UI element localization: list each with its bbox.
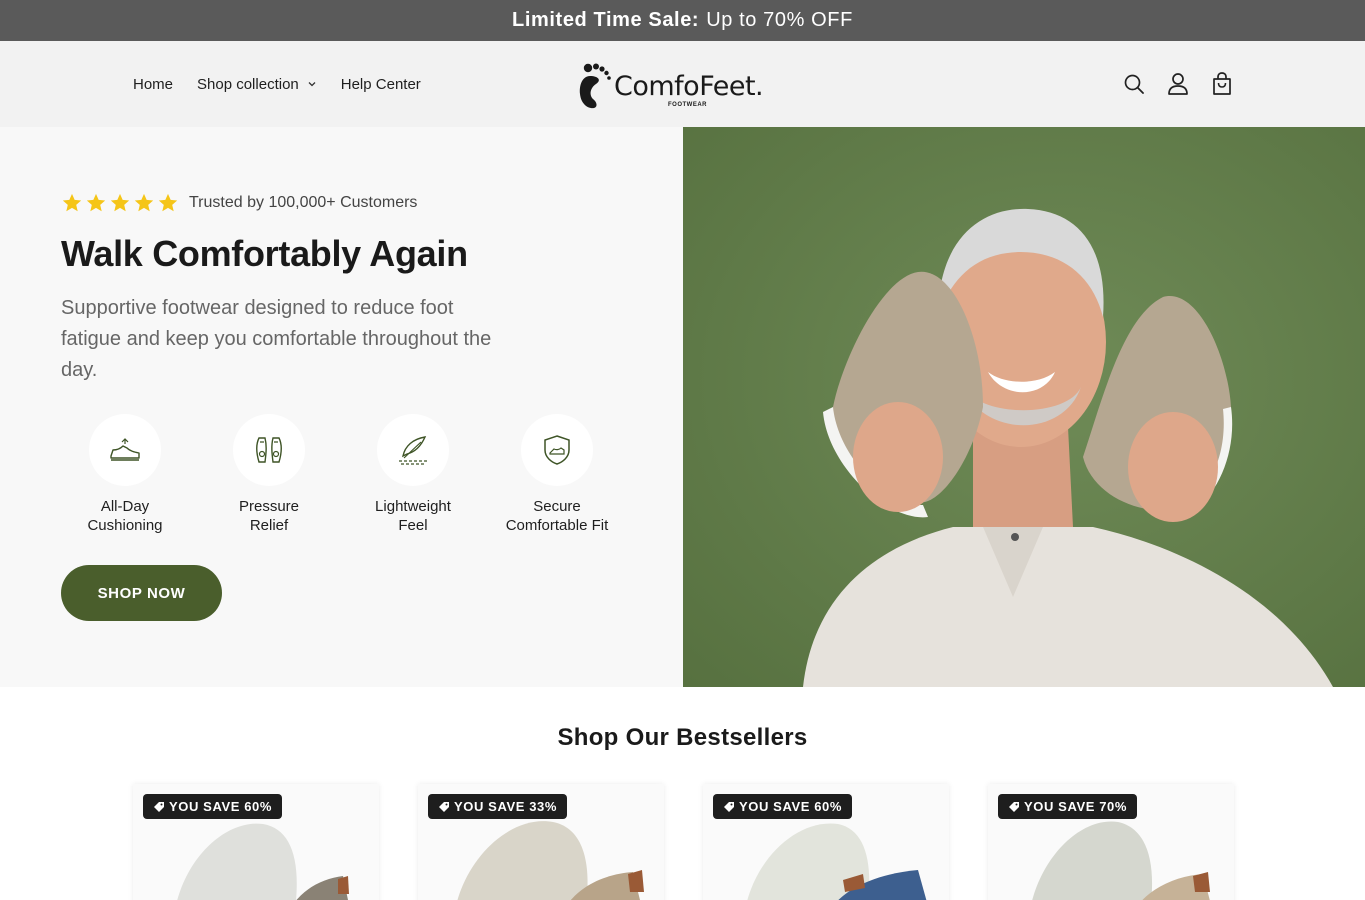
discount-badge: YOU SAVE 33% bbox=[428, 794, 568, 819]
feature-badge bbox=[521, 414, 593, 486]
product-card[interactable]: YOU SAVE 60% bbox=[133, 784, 379, 900]
sneaker-icon bbox=[110, 438, 140, 461]
feature-item: Lightweight Feel bbox=[341, 414, 485, 535]
tag-icon bbox=[154, 801, 164, 812]
discount-text: YOU SAVE 33% bbox=[454, 799, 558, 814]
discount-badge: YOU SAVE 60% bbox=[713, 794, 853, 819]
feature-badge bbox=[377, 414, 449, 486]
nav-help-center[interactable]: Help Center bbox=[341, 76, 421, 93]
star-icon bbox=[158, 193, 178, 212]
bestsellers-title: Shop Our Bestsellers bbox=[557, 724, 808, 751]
hero-title: Walk Comfortably Again bbox=[61, 233, 468, 274]
discount-badge: YOU SAVE 70% bbox=[998, 794, 1138, 819]
product-card[interactable]: YOU SAVE 70% bbox=[988, 784, 1234, 900]
account-icon[interactable] bbox=[1166, 71, 1190, 97]
feature-badge bbox=[89, 414, 161, 486]
star-icon bbox=[86, 193, 106, 212]
tag-icon bbox=[724, 801, 734, 812]
rating-row: Trusted by 100,000+ Customers bbox=[61, 192, 417, 214]
feature-label-line: Secure bbox=[533, 498, 581, 515]
star-icon bbox=[134, 193, 154, 212]
announcement-bold: Limited Time Sale: bbox=[512, 9, 700, 31]
site-header: Home Shop collection Help Center ComfoFe… bbox=[0, 41, 1365, 127]
feather-icon bbox=[399, 436, 427, 465]
hero-subtitle: Supportive footwear designed to reduce f… bbox=[61, 297, 492, 381]
feature-label-line: Feel bbox=[398, 517, 428, 534]
insole-icon bbox=[256, 437, 282, 463]
nav-home[interactable]: Home bbox=[133, 76, 173, 93]
shop-now-button[interactable]: SHOP NOW bbox=[61, 565, 222, 621]
tag-icon bbox=[439, 801, 449, 812]
feature-label: Lightweight Feel bbox=[375, 497, 451, 535]
nav-shop-label: Shop collection bbox=[197, 75, 299, 93]
chevron-down-icon bbox=[308, 82, 316, 87]
feature-list: All-Day Cushioning Pressure Relief Light… bbox=[53, 414, 629, 535]
feature-label-line: All-Day bbox=[100, 498, 150, 515]
discount-text: YOU SAVE 60% bbox=[169, 799, 273, 814]
product-card[interactable]: YOU SAVE 60% bbox=[703, 784, 949, 900]
announcement-text: Up to 70% OFF bbox=[706, 9, 853, 31]
star-icon bbox=[110, 193, 130, 212]
feature-item: All-Day Cushioning bbox=[53, 414, 197, 535]
logo-text: ComfoFeet. bbox=[614, 70, 764, 102]
hero-image bbox=[683, 127, 1365, 687]
feature-label-line: Cushioning bbox=[87, 517, 163, 534]
discount-badge: YOU SAVE 60% bbox=[143, 794, 283, 819]
logo[interactable]: ComfoFeet. FOOTWEAR bbox=[576, 61, 766, 111]
announcement-bar: Limited Time Sale: Up to 70% OFF bbox=[0, 0, 1365, 41]
main-nav: Home Shop collection Help Center bbox=[133, 41, 421, 127]
footprint-icon bbox=[579, 63, 611, 109]
feature-badge bbox=[233, 414, 305, 486]
discount-text: YOU SAVE 70% bbox=[1024, 799, 1128, 814]
search-icon[interactable] bbox=[1122, 71, 1146, 97]
trusted-text: Trusted by 100,000+ Customers bbox=[189, 194, 418, 211]
feature-item: Secure Comfortable Fit bbox=[485, 414, 629, 535]
discount-text: YOU SAVE 60% bbox=[739, 799, 843, 814]
feature-label: Secure Comfortable Fit bbox=[506, 497, 609, 535]
logo-subtext: FOOTWEAR bbox=[668, 102, 707, 108]
feature-label: All-Day Cushioning bbox=[87, 497, 162, 535]
shield-icon bbox=[544, 435, 570, 465]
feature-label-line: Comfortable Fit bbox=[505, 517, 609, 534]
feature-item: Pressure Relief bbox=[197, 414, 341, 535]
feature-label-line: Relief bbox=[249, 517, 289, 534]
star-icon bbox=[62, 193, 82, 212]
tag-icon bbox=[1009, 801, 1019, 812]
feature-label: Pressure Relief bbox=[239, 497, 299, 535]
cart-icon[interactable] bbox=[1210, 71, 1234, 97]
header-actions bbox=[1122, 71, 1234, 97]
nav-shop-collection[interactable]: Shop collection bbox=[197, 76, 317, 93]
product-card[interactable]: YOU SAVE 33% bbox=[418, 784, 664, 900]
feature-label-line: Lightweight bbox=[375, 498, 451, 515]
hero-content: Trusted by 100,000+ Customers Walk Comfo… bbox=[0, 127, 683, 687]
feature-label-line: Pressure bbox=[238, 498, 300, 515]
hero-photo bbox=[683, 127, 1365, 687]
